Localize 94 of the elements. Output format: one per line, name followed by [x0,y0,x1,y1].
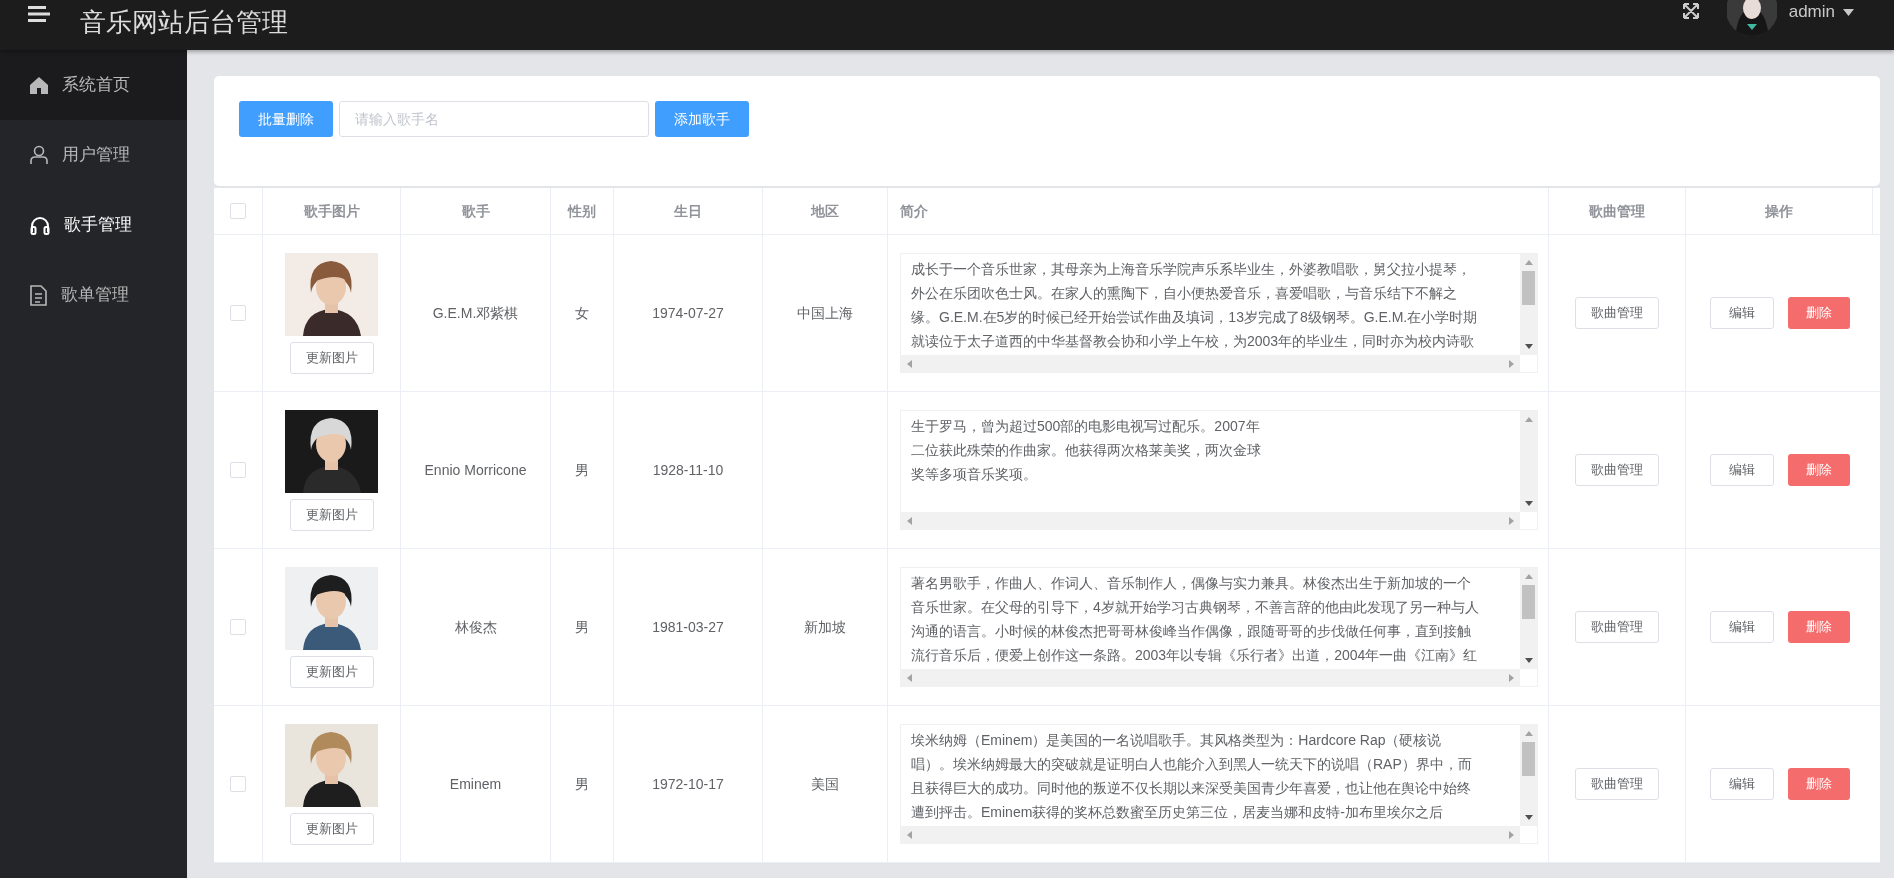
checkbox[interactable] [230,462,246,478]
column-header: 歌手图片 [303,201,360,221]
menu-icon[interactable] [28,6,50,22]
birthday-text: 1974-07-27 [652,303,724,323]
column-header: 生日 [674,201,702,221]
horizontal-scrollbar[interactable] [901,669,1520,686]
edit-button[interactable]: 编辑 [1709,297,1774,329]
intro-line: 唱）。埃米纳姆最大的突破就是证明白人也能介入到黑人一统天下的说唱（RAP）界中，而 [911,755,1473,774]
left-arrow-icon[interactable] [907,359,912,368]
search-field[interactable]: 请输入歌手名 [339,101,649,137]
update-photo-button[interactable]: 更新图片 [289,655,374,688]
checkbox[interactable] [230,203,246,219]
user-icon [30,145,48,165]
column-header: 歌曲管理 [1589,201,1645,221]
horizontal-scrollbar[interactable] [901,826,1520,843]
song-management-button[interactable]: 歌曲管理 [1575,454,1659,486]
intro-textarea[interactable]: 成长于一个音乐世家，其母亲为上海音乐学院声乐系毕业生，外婆教唱歌，舅父拉小提琴， 外公在乐团吹色士风。在家人的熏陶下，自小便热爱音乐，喜爱唱歌，与音乐结下不解之 缘。G.E.M.在5岁的时候已经开始尝试作曲及填词，13岁完成了8级钢琴。G.E.M.在小学时期 就读位于太子道西的中华基督教会协和小学上午校，为2003年的毕业生，同时亦为校内诗歌 [900,253,1538,373]
birthday-text: 1928-11-10 [652,460,724,480]
down-arrow-icon[interactable] [1524,815,1533,820]
intro-line: 且获得巨大的成功。同时他的叛逆不仅长期以来深受美国青少年喜爱，也让他在舆论中始终 [911,779,1472,798]
intro-line: 流行音乐后，便爱上创作这一条路。2003年以专辑《乐行者》出道，2004年一曲《江南》红 [911,646,1479,665]
caret-icon [1843,8,1854,16]
left-arrow-icon[interactable] [907,673,912,682]
right-arrow-icon[interactable] [1509,359,1514,368]
intro-line: 缘。G.E.M.在5岁的时候已经开始尝试作曲及填词，13岁完成了8级钢琴。G.E.M.在小学时期 [911,308,1479,327]
user-menu[interactable]: admin [1788,0,1854,25]
intro-line: 外公在乐团吹色士风。在家人的熏陶下，自小便热爱音乐，喜爱唱歌，与音乐结下不解之 [911,284,1458,303]
checkbox[interactable] [230,776,246,792]
document-icon [30,284,47,306]
region-text: 美国 [811,774,839,794]
intro-line: 奖等多项音乐奖项。 [911,465,1038,484]
update-photo-button[interactable]: 更新图片 [289,341,374,374]
sidebar-item[interactable]: 系统首页 [0,50,187,120]
edit-button[interactable]: 编辑 [1709,454,1774,486]
update-photo-button[interactable]: 更新图片 [289,812,374,845]
horizontal-scrollbar[interactable] [901,512,1520,529]
edit-button[interactable]: 编辑 [1709,611,1774,643]
singer-name: 林俊杰 [454,617,497,637]
column-header: 地区 [811,201,839,221]
app-title: 音乐网站后台管理 [80,9,288,35]
checkbox[interactable] [230,305,246,321]
down-arrow-icon[interactable] [1524,501,1533,506]
vertical-scrollbar[interactable] [1520,254,1537,355]
song-management-button[interactable]: 歌曲管理 [1575,768,1659,800]
right-arrow-icon[interactable] [1509,673,1514,682]
vertical-scrollbar[interactable] [1520,568,1537,669]
intro-textarea[interactable]: 著名男歌手，作曲人、作词人、音乐制作人，偶像与实力兼具。林俊杰出生于新加坡的一个 音乐世家。在父母的引导下，4岁就开始学习古典钢琴，不善言辞的他由此发现了另一种与人 沟通的语言。小时候的林俊杰把哥哥林俊峰当作偶像，跟随哥哥的步伐做任何事，直到接触 流行音乐后，便爱上创作这一条路。2003年以专辑《乐行者》出道，2004年一曲《江南》红 [900,567,1538,687]
down-arrow-icon[interactable] [1524,658,1533,663]
up-arrow-icon[interactable] [1524,574,1533,579]
update-photo-button[interactable]: 更新图片 [289,498,374,531]
intro-line: 音乐世家。在父母的引导下，4岁就开始学习古典钢琴，不善言辞的他由此发现了另一种与人 [911,598,1480,617]
up-arrow-icon[interactable] [1524,260,1533,265]
gender-text: 女 [575,303,589,323]
intro-line: 就读位于太子道西的中华基督教会协和小学上午校，为2003年的毕业生，同时亦为校内诗歌 [911,332,1476,351]
edit-button[interactable]: 编辑 [1709,768,1774,800]
intro-textarea[interactable]: 埃米纳姆（Eminem）是美国的一名说唱歌手。其风格类型为：Hardcore Rap（硬核说 唱）。埃米纳姆最大的突破就是证明白人也能介入到黑人一统天下的说唱（RAP）界中，而 且获得巨大的成功。同时他的叛逆不仅长期以来深受美国青少年喜爱，也让他在舆论中始终 遭到抨击。Eminem获得的奖杯总数蜜至历史第三位，居麦当娜和皮特-加布里埃尔之后 [900,724,1538,844]
singer-name: Ennio Morricone [424,460,527,480]
fullscreen-icon[interactable] [1680,1,1701,21]
column-header: 歌手 [461,201,490,221]
intro-line: 沟通的语言。小时候的林俊杰把哥哥林俊峰当作偶像，跟随哥哥的步伐做任何事，直到接触 [911,622,1472,641]
intro-line: 二位获此殊荣的作曲家。他获得两次格莱美奖，两次金球 [911,441,1262,460]
down-arrow-icon[interactable] [1524,344,1533,349]
column-header: 简介 [900,201,928,221]
singer-name: G.E.M.邓紫棋 [432,303,519,323]
right-arrow-icon[interactable] [1509,516,1514,525]
intro-line: 遭到抨击。Eminem获得的奖杯总数蜜至历史第三位，居麦当娜和皮特-加布里埃尔之后 [911,803,1444,822]
intro-line: 埃米纳姆（Eminem）是美国的一名说唱歌手。其风格类型为：Hardcore Rap（硬核说 [911,731,1443,750]
gender-text: 男 [575,617,589,637]
left-arrow-icon[interactable] [907,830,912,839]
song-management-button[interactable]: 歌曲管理 [1575,297,1659,329]
region-text: 中国上海 [797,303,853,323]
region-text: 新加坡 [804,617,846,637]
intro-line: 著名男歌手，作曲人、作词人、音乐制作人，偶像与实力兼具。林俊杰出生于新加坡的一个 [911,574,1472,593]
home-icon [30,76,48,94]
singer-name: Eminem [449,774,502,794]
horizontal-scrollbar[interactable] [901,355,1520,372]
column-header: 操作 [1765,201,1793,221]
birthday-text: 1981-03-27 [652,617,724,637]
intro-line: 成长于一个音乐世家，其母亲为上海音乐学院声乐系毕业生，外婆教唱歌，舅父拉小提琴， [911,260,1472,279]
column-header: 性别 [568,201,596,221]
up-arrow-icon[interactable] [1524,417,1533,422]
up-arrow-icon[interactable] [1524,731,1533,736]
vertical-scrollbar[interactable] [1520,725,1537,826]
vertical-scrollbar[interactable] [1520,411,1537,512]
left-arrow-icon[interactable] [907,516,912,525]
intro-line: 生于罗马，曾为超过500部的电影电视写过配乐。2007年 [911,417,1261,436]
headphones-icon [30,215,50,235]
gender-text: 男 [575,774,589,794]
song-management-button[interactable]: 歌曲管理 [1575,611,1659,643]
birthday-text: 1972-10-17 [652,774,724,794]
checkbox[interactable] [230,619,246,635]
intro-textarea[interactable]: 生于罗马，曾为超过500部的电影电视写过配乐。2007年 二位获此殊荣的作曲家。他获得两次格莱美奖，两次金球 奖等多项音乐奖项。 [900,410,1538,530]
gender-text: 男 [575,460,589,480]
right-arrow-icon[interactable] [1509,830,1514,839]
